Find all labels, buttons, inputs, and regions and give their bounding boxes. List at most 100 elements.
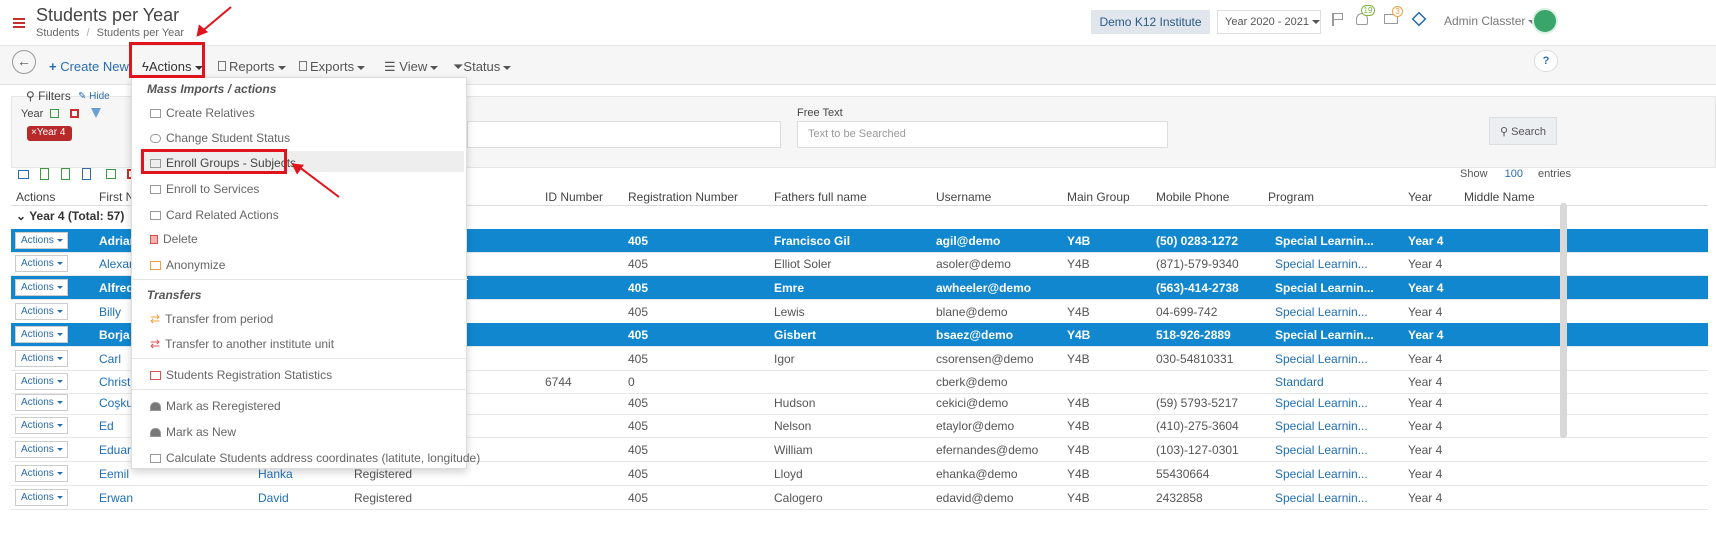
entries-select[interactable]: 100 (1505, 168, 1523, 180)
row-actions-button[interactable]: Actions (15, 441, 68, 458)
menu-item-change-student-status[interactable]: Change Student Status (150, 131, 290, 145)
create-new-button[interactable]: + Create New (49, 59, 129, 74)
flag-icon[interactable] (1332, 13, 1344, 26)
csv-icon[interactable] (61, 168, 70, 180)
cell-first-name[interactable]: Christi (99, 375, 133, 389)
row-actions-button[interactable]: Actions (15, 465, 68, 482)
institute-button[interactable]: Demo K12 Institute (1091, 10, 1210, 34)
table-row[interactable]: Actions Erwan David Registered 405 Calogero ed… (11, 486, 1708, 510)
cell-last-name[interactable]: David (258, 491, 289, 505)
column-header-mobile-phone[interactable]: Mobile Phone (1156, 190, 1229, 204)
reports-menu-button[interactable]: Reports (218, 59, 286, 74)
year-select[interactable]: Year 2020 - 2021 (1217, 10, 1321, 34)
cell-program[interactable]: Special Learnin... (1275, 396, 1368, 410)
column-header-middle-name[interactable]: Middle Name (1464, 190, 1535, 204)
menu-item-label: Enroll to Services (166, 182, 260, 196)
menu-item-create-relatives[interactable]: Create Relatives (150, 106, 255, 120)
row-actions-button[interactable]: Actions (15, 232, 68, 249)
caret-down-icon (56, 356, 63, 360)
row-actions-button[interactable]: Actions (15, 417, 68, 434)
user-menu[interactable]: Admin Classter (1444, 14, 1537, 28)
breadcrumb-item[interactable]: Students (36, 27, 79, 39)
search-button[interactable]: ⚲ Search (1489, 117, 1557, 145)
row-actions-button[interactable]: Actions (15, 489, 68, 506)
column-header-registration-number[interactable]: Registration Number (628, 190, 738, 204)
cell-mobile-phone: 518-926-2889 (1156, 328, 1231, 342)
year-filter-chip[interactable]: ×Year 4 (27, 126, 72, 141)
cell-first-name[interactable]: Ed (99, 419, 114, 433)
print-icon[interactable] (18, 170, 29, 179)
cell-program[interactable]: Special Learnin... (1275, 419, 1368, 433)
group-header-label: Year 4 (Total: 57) (29, 209, 125, 223)
excel-icon[interactable] (40, 168, 49, 180)
uncheck-all-icon[interactable] (70, 109, 79, 118)
help-button[interactable]: ? (1534, 50, 1558, 72)
column-header-year[interactable]: Year (1408, 190, 1432, 204)
back-button[interactable]: ← (12, 50, 36, 74)
cell-first-name[interactable]: Billy (99, 305, 121, 319)
cell-program[interactable]: Special Learnin... (1275, 234, 1374, 248)
cell-first-name[interactable]: Alfred (99, 281, 134, 295)
row-actions-button[interactable]: Actions (15, 279, 68, 296)
user-settings-icon (150, 134, 161, 143)
cell-program[interactable]: Special Learnin... (1275, 467, 1368, 481)
cell-program[interactable]: Special Learnin... (1275, 257, 1368, 271)
avatar[interactable] (1532, 8, 1558, 34)
cell-first-name[interactable]: Carl (99, 352, 121, 366)
menu-item-transfer-to-another-unit[interactable]: ⇄ Transfer to another institute unit (150, 337, 334, 351)
cell-first-name[interactable]: Borja (99, 328, 130, 342)
hamburger-menu-icon[interactable] (13, 18, 25, 28)
row-actions-button[interactable]: Actions (15, 373, 68, 390)
cell-program[interactable]: Special Learnin... (1275, 443, 1368, 457)
menu-item-mark-new[interactable]: Mark as New (150, 425, 236, 439)
cell-first-name[interactable]: Erwan (99, 491, 133, 505)
menu-item-anonymize[interactable]: Anonymize (150, 258, 225, 272)
menu-item-enroll-to-services[interactable]: Enroll to Services (150, 182, 259, 196)
filter-icon[interactable] (91, 108, 101, 118)
layers-icon[interactable] (1411, 11, 1427, 27)
row-actions-button[interactable]: Actions (15, 303, 68, 320)
status-menu-button[interactable]: ⏷Status (453, 59, 512, 75)
cell-program[interactable]: Special Learnin... (1275, 328, 1374, 342)
hide-filters-link[interactable]: ✎ Hide (78, 91, 110, 102)
row-actions-button[interactable]: Actions (15, 326, 68, 343)
cell-program[interactable]: Special Learnin... (1275, 352, 1368, 366)
menu-item-mark-reregistered[interactable]: Mark as Reregistered (150, 399, 281, 413)
menu-item-delete[interactable]: Delete (150, 232, 198, 246)
column-header-username[interactable]: Username (936, 190, 991, 204)
menu-item-transfer-from-period[interactable]: ⇄ Transfer from period (150, 312, 273, 326)
filter-input[interactable] (467, 121, 781, 148)
cell-first-name[interactable]: Eduart (99, 443, 134, 457)
group-header[interactable]: ⌄ Year 4 (Total: 57) (16, 209, 124, 223)
exports-menu-button[interactable]: Exports (299, 59, 366, 74)
select-all-icon[interactable] (106, 169, 116, 179)
column-header-main-group[interactable]: Main Group (1067, 190, 1130, 204)
caret-down-icon (56, 495, 63, 499)
menu-item-calculate-coordinates[interactable]: Calculate Students address coordinates (… (150, 451, 480, 465)
menu-item-registration-statistics[interactable]: Students Registration Statistics (150, 368, 332, 382)
cell-first-name[interactable]: Eemil (99, 467, 129, 481)
cell-last-name[interactable]: Hanka (258, 467, 293, 481)
cell-program[interactable]: Special Learnin... (1275, 281, 1374, 295)
row-actions-button[interactable]: Actions (15, 394, 68, 411)
view-menu-button[interactable]: ☰ View (384, 59, 439, 75)
cell-username: bsaez@demo (936, 328, 1014, 342)
row-actions-button[interactable]: Actions (15, 350, 68, 367)
map-icon (150, 454, 161, 463)
menu-item-card-related-actions[interactable]: Card Related Actions (150, 208, 279, 222)
cell-program[interactable]: Special Learnin... (1275, 305, 1368, 319)
cell-year: Year 4 (1408, 491, 1443, 505)
check-all-icon[interactable] (50, 109, 59, 118)
cell-fathers-name: Igor (774, 352, 795, 366)
cell-main-group: Y4B (1067, 328, 1091, 342)
row-actions-button[interactable]: Actions (15, 255, 68, 272)
table-scrollbar[interactable] (1560, 203, 1567, 438)
cell-program[interactable]: Standard (1275, 375, 1324, 389)
column-header-program[interactable]: Program (1268, 190, 1314, 204)
column-header-actions[interactable]: Actions (16, 190, 55, 204)
copy-icon[interactable] (82, 168, 91, 180)
column-header-fathers-name[interactable]: Fathers full name (774, 190, 867, 204)
free-text-input[interactable]: Text to be Searched (797, 121, 1168, 148)
cell-program[interactable]: Special Learnin... (1275, 491, 1368, 505)
column-header-id-number[interactable]: ID Number (545, 190, 603, 204)
